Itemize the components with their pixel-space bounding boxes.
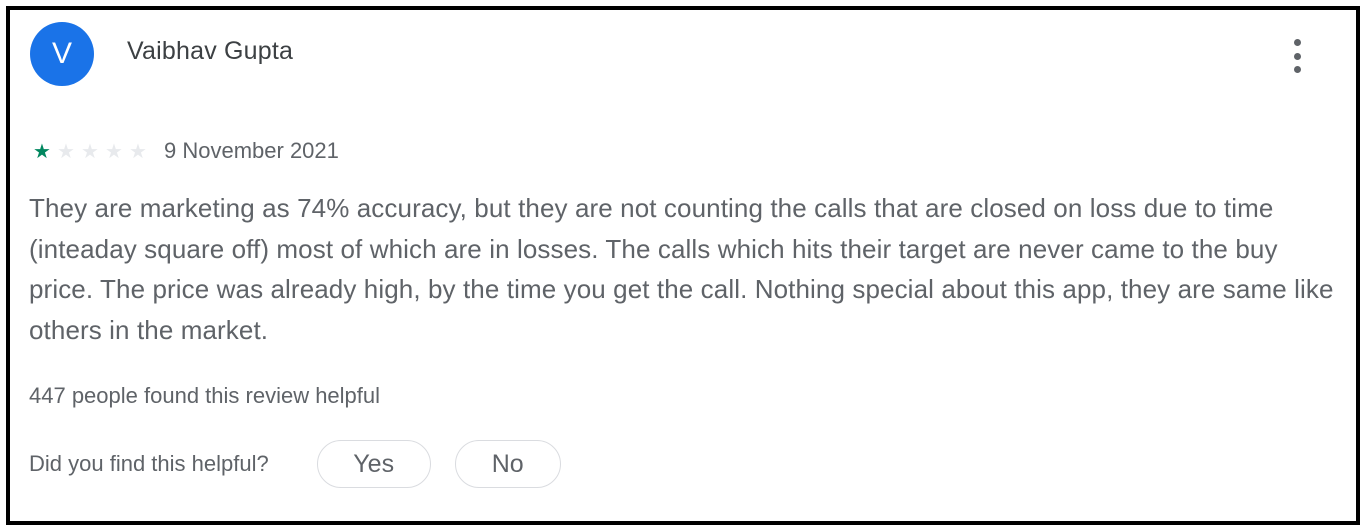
helpful-feedback: Did you find this helpful? Yes No: [29, 440, 561, 488]
helpful-question: Did you find this helpful?: [29, 451, 269, 476]
review-text: They are marketing as 74% accuracy, but …: [29, 193, 1334, 345]
no-button[interactable]: No: [454, 440, 561, 488]
more-vert-icon-dot: [1293, 66, 1301, 73]
star-empty-icon: ★: [81, 139, 99, 163]
avatar-initial: V: [51, 37, 72, 70]
more-vert-icon-dot: [1293, 52, 1301, 60]
more-vert-icon: [1293, 39, 1301, 46]
star-empty-icon: ★: [105, 139, 123, 163]
star-empty-icon: ★: [57, 139, 75, 163]
star-empty-icon: ★: [129, 139, 147, 163]
review-date: 9 November 2021: [164, 138, 339, 163]
reviewer-name: Vaibhav Gupta: [127, 37, 294, 65]
more-options-button[interactable]: [1282, 36, 1312, 76]
star-rating: ★ ★ ★ ★ ★: [30, 141, 150, 161]
avatar: V: [30, 22, 94, 86]
helpful-count: 447 people found this review helpful: [29, 383, 381, 408]
yes-button[interactable]: Yes: [316, 440, 431, 488]
rating-row: ★ ★ ★ ★ ★ 9 November 2021: [30, 138, 339, 164]
star-filled-icon: ★: [33, 139, 51, 163]
review-card: V Vaibhav Gupta ★ ★ ★ ★ ★ 9 November 2021 Th…: [6, 6, 1360, 525]
